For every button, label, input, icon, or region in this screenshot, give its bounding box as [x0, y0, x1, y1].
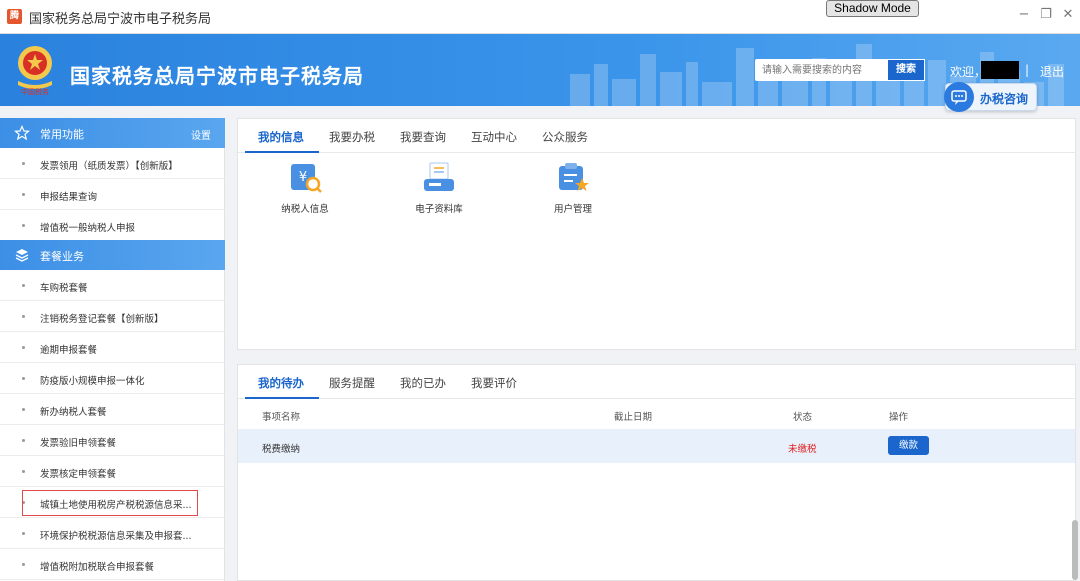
bullet-icon — [22, 377, 25, 380]
tile-user-management[interactable]: 用户管理 — [523, 161, 623, 215]
app-icon: 腾 — [7, 9, 22, 24]
pay-button[interactable]: 缴款 — [888, 436, 929, 455]
tile-label: 纳税人信息 — [281, 204, 329, 215]
window-title: 国家税务总局宁波市电子税务局 — [29, 12, 212, 27]
sidebar-section-label: 套餐业务 — [40, 250, 84, 263]
site-header: 中国税务 国家税务总局宁波市电子税务局 搜索 欢迎， | 退出 — [0, 34, 1080, 106]
tax-consult-label: 办税咨询 — [980, 92, 1029, 106]
sidebar-item-package[interactable]: 新办纳税人套餐 — [0, 394, 225, 425]
tax-emblem-icon: 中国税务 — [18, 46, 52, 95]
sidebar-item-invoice-collect[interactable]: 发票领用（纸质发票）【创新版】 — [0, 148, 225, 179]
layers-icon — [15, 249, 29, 262]
bullet-icon — [22, 439, 25, 442]
sidebar-item-package[interactable]: 环境保护税税源信息采集及申报套... — [0, 518, 225, 549]
sidebar-section-packages[interactable]: 套餐业务 — [0, 240, 225, 270]
bullet-icon — [22, 408, 25, 411]
sidebar-item-package[interactable]: 逾期申报套餐 — [0, 332, 225, 363]
sidebar-item-label: 防疫版小规模申报一体化 — [40, 376, 145, 387]
highlight-box — [22, 490, 198, 516]
chat-icon — [944, 82, 974, 112]
status-badge: 未缴税 — [788, 444, 817, 455]
todo-panel: 我的待办 服务提醒 我的已办 我要评价 事项名称 截止日期 状态 操作 税费缴纳… — [237, 364, 1076, 581]
page-scrollbar[interactable] — [1072, 520, 1078, 580]
tab-evaluation[interactable]: 我要评价 — [471, 375, 517, 391]
sidebar-item-package[interactable]: 防疫版小规模申报一体化 — [0, 363, 225, 394]
sidebar-item-label: 发票领用（纸质发票）【创新版】 — [40, 161, 178, 172]
table-row: 税费缴纳 未缴税 缴款 — [238, 429, 1075, 463]
tab-public-service[interactable]: 公众服务 — [542, 129, 588, 145]
restore-icon[interactable]: ❐ — [1038, 7, 1054, 22]
svg-text:中国税务: 中国税务 — [21, 87, 49, 95]
logout-link[interactable]: 退出 — [1040, 63, 1064, 80]
search-input[interactable] — [755, 59, 887, 81]
e-archive-icon — [424, 162, 454, 191]
tile-e-archive[interactable]: 电子资料库 — [389, 161, 489, 215]
my-info-panel: 我的信息 我要办税 我要查询 互动中心 公众服务 ¥ 纳税人信息 电子资料库 用… — [237, 118, 1076, 350]
sidebar-settings-link[interactable]: 设置 — [191, 127, 211, 142]
sidebar-item-label: 发票验旧申领套餐 — [40, 438, 117, 449]
column-header: 操作 — [889, 412, 909, 423]
bullet-icon — [22, 224, 25, 227]
sidebar-item-label: 增值税附加税联合申报套餐 — [40, 562, 155, 573]
tab-my-info[interactable]: 我的信息 — [258, 129, 304, 145]
sidebar-item-package[interactable]: 车购税套餐 — [0, 270, 225, 301]
tax-consult-button[interactable]: 办税咨询 — [944, 82, 1037, 112]
tab-interaction[interactable]: 互动中心 — [471, 129, 517, 145]
tab-handle-tax[interactable]: 我要办税 — [329, 129, 375, 145]
close-icon[interactable]: ✕ — [1060, 7, 1076, 22]
todo-tabs: 我的待办 服务提醒 我的已办 我要评价 — [238, 365, 1075, 399]
tile-label: 用户管理 — [553, 204, 592, 215]
tab-my-todo[interactable]: 我的待办 — [258, 375, 304, 391]
sidebar-item-package[interactable]: 发票验旧申领套餐 — [0, 425, 225, 456]
sidebar-item-label: 新办纳税人套餐 — [40, 407, 107, 418]
bullet-icon — [22, 284, 25, 287]
column-header: 事项名称 — [262, 412, 301, 423]
sidebar-item-package[interactable]: 注销税务登记套餐【创新版】 — [0, 301, 225, 332]
sidebar-item-package[interactable]: 发票核定申领套餐 — [0, 456, 225, 487]
sidebar-item-label: 注销税务登记套餐【创新版】 — [40, 314, 164, 325]
window-titlebar: 腾 国家税务总局宁波市电子税务局 Shadow Mode − ❐ ✕ — [0, 0, 1080, 34]
tab-my-done[interactable]: 我的已办 — [400, 375, 446, 391]
bullet-icon — [22, 315, 25, 318]
site-title: 国家税务总局宁波市电子税务局 — [70, 64, 364, 88]
search-button[interactable]: 搜索 — [887, 59, 925, 81]
sidebar-item-vat-declaration[interactable]: 增值税一般纳税人申报 — [0, 210, 225, 241]
taxpayer-info-icon: ¥ — [291, 164, 322, 193]
sidebar-item-label: 逾期申报套餐 — [40, 345, 98, 356]
sidebar-item-label: 车购税套餐 — [40, 283, 88, 294]
tab-service-reminder[interactable]: 服务提醒 — [329, 375, 375, 391]
sidebar-section-label: 常用功能 — [40, 128, 84, 141]
sidebar-section-common[interactable]: 常用功能 设置 — [0, 118, 225, 148]
redacted-username — [981, 61, 1019, 79]
bullet-icon — [22, 532, 25, 535]
sidebar-item-label: 申报结果查询 — [40, 192, 98, 203]
sidebar-item-package[interactable]: 增值税附加税联合申报套餐 — [0, 549, 225, 580]
bullet-icon — [22, 470, 25, 473]
tile-taxpayer-info[interactable]: ¥ 纳税人信息 — [255, 161, 355, 215]
sidebar-item-label: 增值税一般纳税人申报 — [40, 223, 136, 234]
bullet-icon — [22, 346, 25, 349]
star-icon — [14, 125, 30, 141]
tab-query[interactable]: 我要查询 — [400, 129, 446, 145]
column-header: 截止日期 — [614, 412, 653, 423]
active-tab-underline — [245, 151, 319, 153]
shadow-mode-button[interactable]: Shadow Mode — [826, 0, 919, 17]
header-separator: | — [1025, 63, 1030, 77]
todo-table-header: 事项名称 截止日期 状态 操作 — [238, 399, 1075, 429]
minimize-icon[interactable]: − — [1016, 7, 1032, 22]
column-header: 状态 — [793, 412, 813, 423]
sidebar-item-label: 环境保护税税源信息采集及申报套... — [40, 531, 192, 542]
bullet-icon — [22, 162, 25, 165]
bullet-icon — [22, 563, 25, 566]
sidebar-item-label: 发票核定申领套餐 — [40, 469, 117, 480]
info-tabs: 我的信息 我要办税 我要查询 互动中心 公众服务 — [238, 119, 1075, 153]
item-name: 税费缴纳 — [262, 444, 301, 455]
tile-label: 电子资料库 — [415, 204, 463, 215]
user-management-icon — [559, 163, 589, 191]
bullet-icon — [22, 193, 25, 196]
sidebar-item-declaration-query[interactable]: 申报结果查询 — [0, 179, 225, 210]
